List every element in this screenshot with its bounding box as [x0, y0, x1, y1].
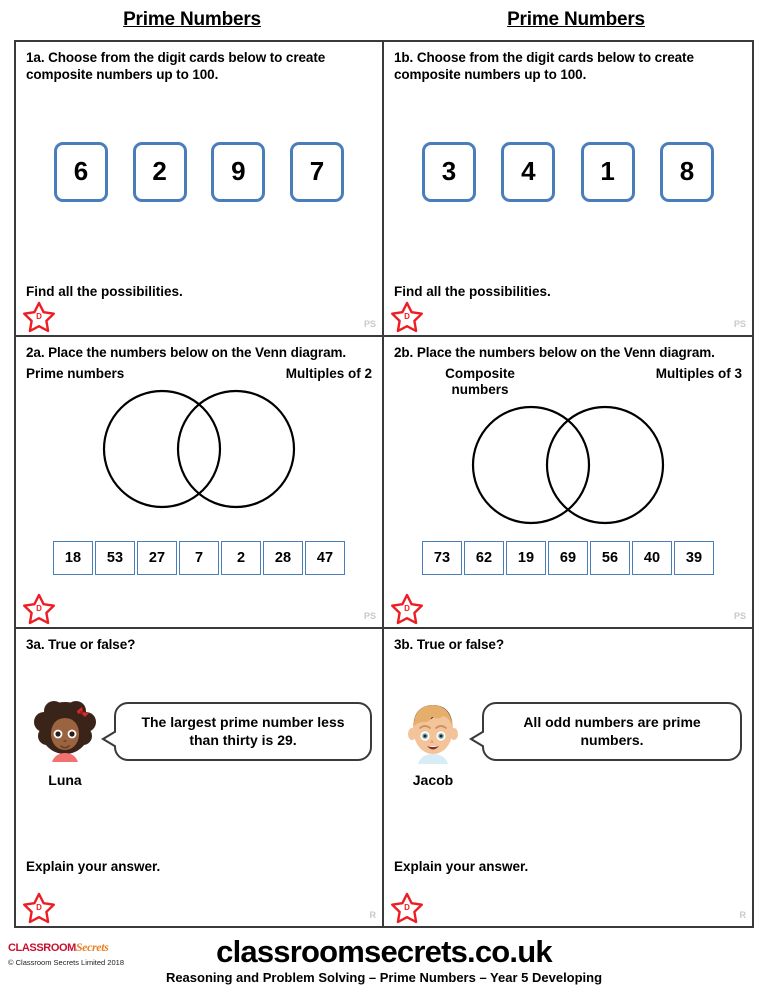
venn-left-set-label: Prime numbers	[26, 365, 125, 381]
question-prompt: 2a. Place the numbers below on the Venn …	[26, 345, 347, 360]
speech-bubble: All odd numbers are prime numbers.	[469, 702, 742, 762]
skill-code-label: PS	[733, 319, 746, 329]
difficulty-star-label: D	[36, 312, 42, 321]
number-tile[interactable]: 62	[464, 541, 504, 575]
title-right-column: Prime Numbers	[384, 9, 768, 31]
digit-card[interactable]: 8	[659, 141, 714, 202]
character-speech-group: Jacob All odd numbers are prime numbers.	[394, 696, 742, 788]
number-tile[interactable]: 19	[506, 541, 546, 575]
number-tile[interactable]: 40	[632, 541, 672, 575]
skill-code-label: R	[739, 910, 747, 920]
question-row-3: 3a. True or false? Luna The largest prim…	[16, 629, 752, 926]
skill-code-label: PS	[363, 319, 376, 329]
difficulty-star-icon: D	[390, 892, 424, 924]
venn-set-labels: Prime numbers Multiples of 2	[26, 366, 372, 382]
digit-card-row: 3 4 1 8	[422, 141, 714, 202]
difficulty-star-icon: D	[22, 301, 56, 333]
number-tile[interactable]: 73	[422, 541, 462, 575]
question-instruction: Find all the possibilities.	[26, 284, 183, 299]
speech-text: The largest prime number less than thirt…	[141, 714, 345, 748]
difficulty-star-icon: D	[22, 593, 56, 625]
digit-card[interactable]: 4	[501, 141, 556, 202]
skill-code-label: PS	[733, 611, 746, 621]
difficulty-star-label: D	[36, 604, 42, 613]
difficulty-star-icon: D	[22, 892, 56, 924]
number-tile[interactable]: 69	[548, 541, 588, 575]
page-titles: Prime Numbers Prime Numbers	[0, 0, 768, 40]
question-row-1: 1a. Choose from the digit cards below to…	[16, 42, 752, 337]
speech-bubble: The largest prime number less than thirt…	[101, 702, 372, 762]
girl-avatar-icon	[34, 700, 96, 762]
boy-avatar-icon	[408, 704, 458, 764]
digit-card[interactable]: 9	[211, 141, 266, 202]
number-tile[interactable]: 39	[674, 541, 714, 575]
number-tile[interactable]: 2	[221, 541, 261, 575]
question-instruction: Find all the possibilities.	[394, 284, 551, 299]
character-name: Jacob	[412, 771, 454, 788]
digit-card[interactable]: 7	[289, 141, 344, 202]
question-panel-1a: 1a. Choose from the digit cards below to…	[16, 42, 384, 335]
venn-diagram[interactable]	[26, 386, 372, 512]
skill-code-label: R	[369, 910, 377, 920]
question-prompt: 3b. True or false?	[394, 637, 504, 652]
number-tile-row: 18 53 27 7 2 28 47	[16, 541, 382, 575]
number-tile[interactable]: 47	[305, 541, 345, 575]
number-tile[interactable]: 18	[53, 541, 93, 575]
difficulty-star-icon: D	[390, 593, 424, 625]
venn-left-set-label: Composite numbers	[445, 365, 515, 398]
question-instruction: Explain your answer.	[26, 859, 161, 874]
difficulty-star-label: D	[404, 903, 410, 912]
number-tile[interactable]: 56	[590, 541, 630, 575]
page-title: Prime Numbers	[123, 9, 261, 30]
number-tile[interactable]: 27	[137, 541, 177, 575]
digit-card[interactable]: 2	[132, 141, 187, 202]
digit-card-row: 6 2 9 7	[54, 141, 344, 202]
worksheet-grid: 1a. Choose from the digit cards below to…	[14, 40, 754, 928]
number-tile-row: 73 62 19 69 56 40 39	[384, 541, 752, 575]
character-name: Luna	[48, 771, 82, 788]
question-prompt: 1a. Choose from the digit cards below to…	[26, 50, 326, 82]
question-panel-2b: 2b. Place the numbers below on the Venn …	[384, 337, 752, 627]
difficulty-star-label: D	[404, 604, 410, 613]
difficulty-star-icon: D	[390, 301, 424, 333]
character-jacob: Jacob	[394, 696, 472, 788]
speech-text: All odd numbers are prime numbers.	[523, 714, 701, 748]
question-prompt: 1b. Choose from the digit cards below to…	[394, 50, 694, 82]
difficulty-star-label: D	[404, 312, 410, 321]
venn-right-set-label: Multiples of 3	[655, 365, 742, 381]
question-panel-2a: 2a. Place the numbers below on the Venn …	[16, 337, 384, 627]
question-instruction: Explain your answer.	[394, 859, 529, 874]
question-row-2: 2a. Place the numbers below on the Venn …	[16, 337, 752, 629]
number-tile[interactable]: 28	[263, 541, 303, 575]
number-tile[interactable]: 53	[95, 541, 135, 575]
worksheet-subtitle: Reasoning and Problem Solving – Prime Nu…	[165, 970, 603, 985]
brand-url: classroomsecrets.co.uk	[216, 934, 552, 969]
venn-diagram[interactable]	[394, 402, 742, 528]
question-panel-3b: 3b. True or false? Jacob All odd numbers…	[384, 629, 752, 926]
question-prompt: 3a. True or false?	[26, 637, 136, 652]
character-luna: Luna	[26, 696, 104, 788]
page-footer: CLASSROOMSecrets © Classroom Secrets Lim…	[0, 932, 768, 994]
digit-card[interactable]: 1	[580, 141, 635, 202]
venn-set-labels: Composite numbers Multiples of 3	[394, 366, 742, 398]
venn-right-set-label: Multiples of 2	[285, 365, 372, 381]
title-left-column: Prime Numbers	[0, 9, 384, 31]
question-panel-1b: 1b. Choose from the digit cards below to…	[384, 42, 752, 335]
question-prompt: 2b. Place the numbers below on the Venn …	[394, 345, 715, 360]
digit-card[interactable]: 6	[54, 141, 108, 202]
character-speech-group: Luna The largest prime number less than …	[26, 696, 372, 788]
question-panel-3a: 3a. True or false? Luna The largest prim…	[16, 629, 384, 926]
number-tile[interactable]: 7	[179, 541, 219, 575]
difficulty-star-label: D	[36, 903, 42, 912]
page-title: Prime Numbers	[507, 9, 645, 30]
digit-card[interactable]: 3	[422, 141, 476, 202]
skill-code-label: PS	[363, 611, 376, 621]
